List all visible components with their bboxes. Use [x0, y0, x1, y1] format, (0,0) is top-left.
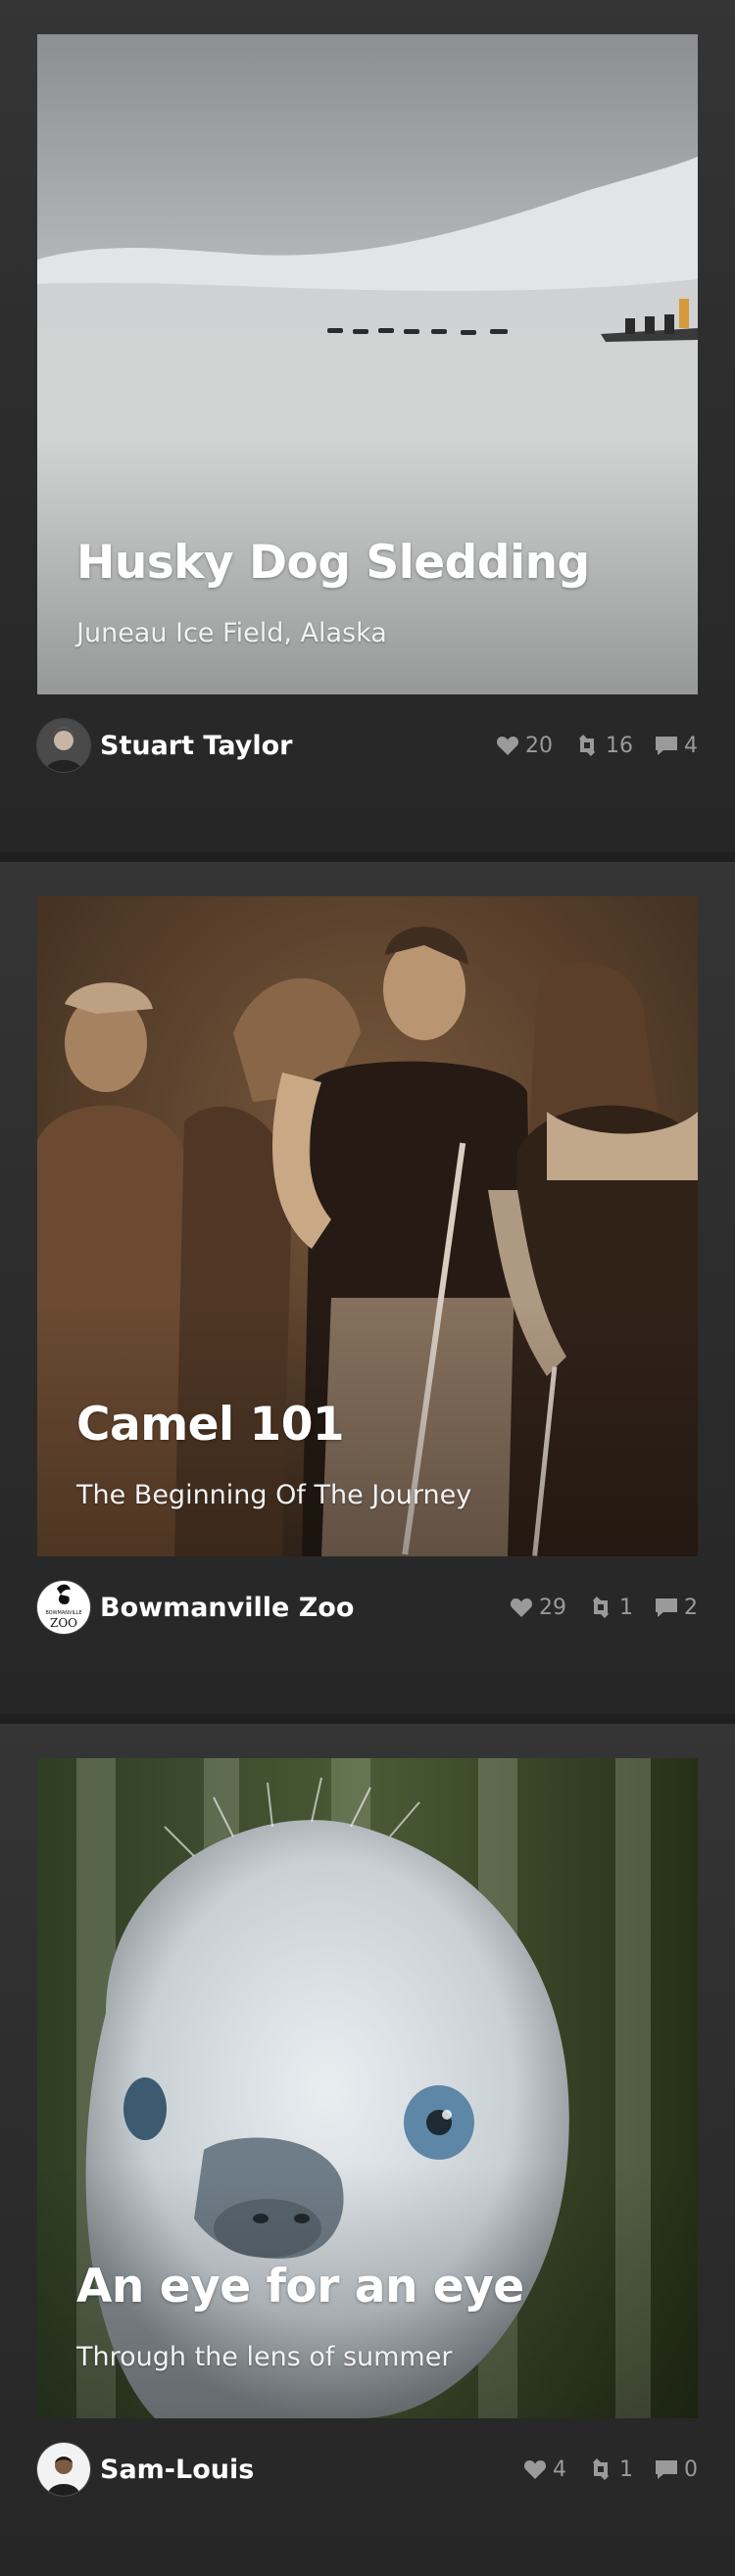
repost-icon: [593, 2458, 609, 2480]
comment-button[interactable]: 4: [655, 734, 698, 758]
story-meta: BOWMANVILLE ZOO Bowmanville Zoo 29 1 2: [37, 1580, 698, 1635]
like-count: 29: [539, 1595, 566, 1620]
person-avatar-icon: [37, 2443, 90, 2496]
author-name: Sam-Louis: [100, 2454, 255, 2485]
card-divider: [0, 852, 735, 862]
repost-button[interactable]: 1: [588, 1596, 633, 1620]
like-button[interactable]: 29: [510, 1596, 566, 1620]
heart-icon: [523, 2460, 547, 2479]
heart-icon: [496, 737, 519, 755]
author-link[interactable]: Sam-Louis: [37, 2443, 254, 2496]
author-name: Bowmanville Zoo: [100, 1592, 355, 1623]
repost-count: 1: [619, 1595, 633, 1620]
heart-icon: [510, 1598, 533, 1617]
repost-button[interactable]: 1: [588, 2457, 633, 2482]
repost-icon: [593, 1597, 609, 1618]
story-meta: Sam-Louis 4 1 0: [37, 2442, 698, 2497]
repost-icon: [579, 735, 595, 756]
zoo-logo-text: ZOO: [50, 1616, 77, 1630]
author-link[interactable]: Stuart Taylor: [37, 719, 292, 772]
repost-button[interactable]: 16: [574, 734, 633, 758]
story-subtitle: The Beginning Of The Journey: [76, 1480, 472, 1510]
story-card: An eye for an eye Through the lens of su…: [0, 1724, 735, 2576]
zoo-logo-icon: BOWMANVILLE ZOO: [37, 1581, 90, 1634]
comment-count: 0: [684, 2457, 698, 2482]
story-photo[interactable]: Husky Dog Sledding Juneau Ice Field, Ala…: [37, 34, 698, 694]
avatar[interactable]: [37, 719, 90, 772]
like-count: 20: [525, 733, 553, 758]
story-subtitle: Juneau Ice Field, Alaska: [76, 618, 387, 648]
like-button[interactable]: 4: [523, 2457, 566, 2482]
story-stats: 20 16 4: [496, 734, 698, 758]
comment-icon: [656, 2460, 677, 2479]
story-title: Husky Dog Sledding: [76, 536, 590, 590]
story-card: Camel 101 The Beginning Of The Journey B…: [0, 862, 735, 1714]
avatar[interactable]: [37, 2443, 90, 2496]
comment-button[interactable]: 2: [655, 1596, 698, 1620]
card-divider: [0, 1714, 735, 1724]
comment-count: 2: [684, 1595, 698, 1620]
story-photo[interactable]: Camel 101 The Beginning Of The Journey: [37, 896, 698, 1556]
comment-count: 4: [684, 733, 698, 758]
camel-group-image: [37, 896, 698, 1556]
comment-button[interactable]: 0: [655, 2457, 698, 2482]
emu-portrait-image: [37, 1758, 698, 2418]
repost-count: 16: [606, 733, 633, 758]
author-name: Stuart Taylor: [100, 730, 293, 761]
photo-feed: Husky Dog Sledding Juneau Ice Field, Ala…: [0, 0, 735, 2576]
comment-icon: [656, 737, 677, 755]
repost-count: 1: [619, 2457, 633, 2482]
story-stats: 4 1 0: [523, 2457, 698, 2482]
story-photo[interactable]: An eye for an eye Through the lens of su…: [37, 1758, 698, 2418]
story-subtitle: Through the lens of summer: [76, 2342, 453, 2372]
like-count: 4: [553, 2457, 566, 2482]
like-button[interactable]: 20: [496, 734, 553, 758]
story-title: An eye for an eye: [76, 2260, 524, 2314]
story-title: Camel 101: [76, 1398, 345, 1452]
story-stats: 29 1 2: [510, 1596, 698, 1620]
author-link[interactable]: BOWMANVILLE ZOO Bowmanville Zoo: [37, 1581, 354, 1634]
person-avatar-icon: [37, 719, 90, 772]
story-card: Husky Dog Sledding Juneau Ice Field, Ala…: [0, 0, 735, 852]
story-meta: Stuart Taylor 20 16 4: [37, 718, 698, 773]
comment-icon: [656, 1598, 677, 1617]
avatar[interactable]: BOWMANVILLE ZOO: [37, 1581, 90, 1634]
husky-sledding-image: [37, 34, 698, 694]
